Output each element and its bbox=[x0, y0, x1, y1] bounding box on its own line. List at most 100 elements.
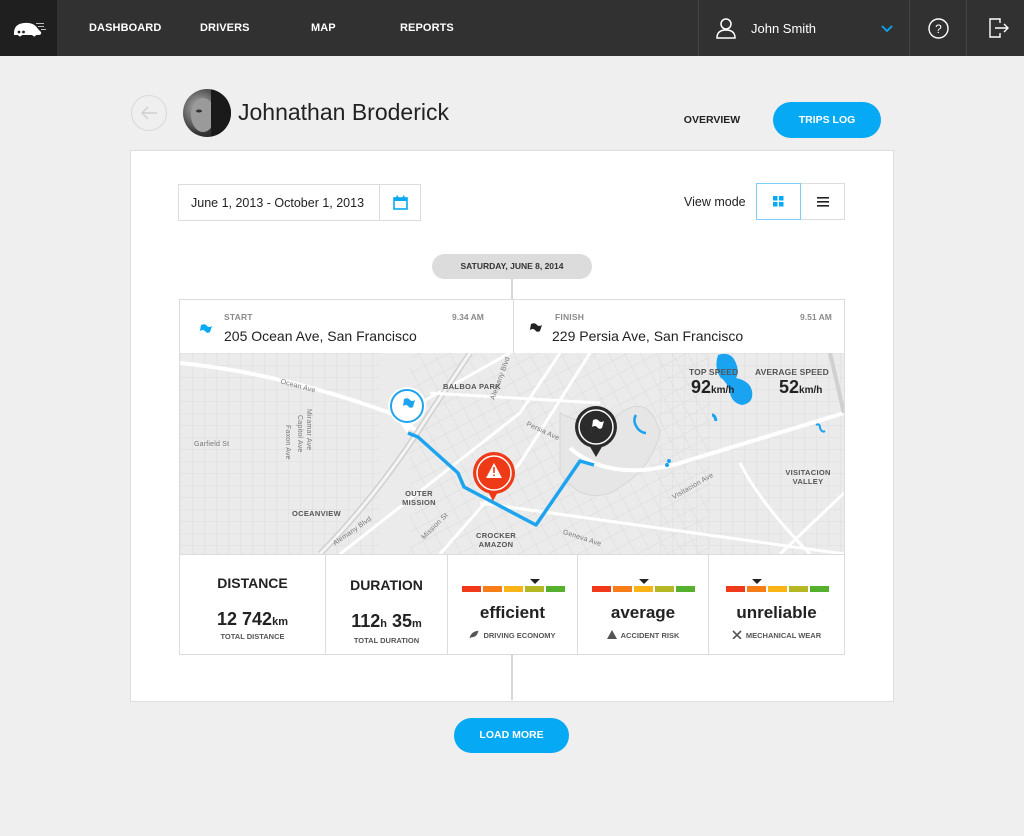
trip-stats: DISTANCE 12 742km TOTAL DISTANCE DURATIO… bbox=[180, 554, 844, 655]
distance-title: DISTANCE bbox=[217, 575, 288, 591]
load-more-button[interactable]: LOAD MORE bbox=[454, 718, 569, 753]
stat-duration: DURATION 112h 35m TOTAL DURATION bbox=[325, 555, 447, 655]
avg-speed-label: AVERAGE SPEED bbox=[755, 367, 829, 377]
trip-card[interactable]: START 9.34 AM 205 Ocean Ave, San Francis… bbox=[179, 299, 845, 655]
gauge-segment bbox=[676, 586, 695, 592]
driver-name: Johnathan Broderick bbox=[238, 99, 449, 125]
trip-map[interactable]: Ocean Ave Garfield St Faxon Ave Capitol … bbox=[180, 353, 844, 554]
hood-oceanview: OCEANVIEW bbox=[292, 509, 341, 518]
duration-title: DURATION bbox=[350, 577, 423, 593]
view-mode-label: View mode bbox=[684, 195, 746, 209]
rating-gauge bbox=[592, 579, 695, 593]
gauge-segment bbox=[655, 586, 674, 592]
trip-date-label: SATURDAY, JUNE 8, 2014 bbox=[432, 254, 592, 279]
gauge-segment bbox=[462, 586, 481, 592]
gauge-segment bbox=[810, 586, 829, 592]
gauge-pointer bbox=[751, 579, 762, 584]
warning-icon bbox=[606, 630, 617, 639]
arrow-left-icon bbox=[141, 106, 157, 120]
top-speed-value: 92km/h bbox=[691, 377, 735, 397]
gauge-segment bbox=[525, 586, 544, 592]
gauge-segment bbox=[592, 586, 611, 592]
gauge-segment bbox=[483, 586, 502, 592]
gauge-pointer bbox=[638, 579, 649, 584]
leaf-icon bbox=[470, 630, 479, 639]
back-button[interactable] bbox=[131, 95, 167, 131]
svg-text:?: ? bbox=[935, 22, 942, 36]
gauge-segment bbox=[768, 586, 787, 592]
rating-word: average bbox=[610, 603, 676, 622]
gauge-segment bbox=[789, 586, 808, 592]
gauge-segment bbox=[726, 586, 745, 592]
view-mode-grid-button[interactable] bbox=[756, 183, 801, 220]
finish-label: FINISH bbox=[555, 312, 585, 322]
rating-sub: ACCIDENT RISK bbox=[578, 630, 708, 640]
hood-balboa-park: BALBOA PARK bbox=[443, 382, 501, 391]
nav-drivers[interactable]: DRIVERS bbox=[200, 0, 250, 56]
rating-word: unreliable bbox=[736, 603, 817, 622]
top-speed-label: TOP SPEED bbox=[689, 367, 739, 377]
finish-flag-icon bbox=[529, 323, 542, 335]
trip-start: START 9.34 AM 205 Ocean Ave, San Francis… bbox=[180, 300, 513, 353]
help-icon: ? bbox=[928, 18, 949, 39]
trip-finish: FINISH 9.51 AM 229 Persia Ave, San Franc… bbox=[513, 300, 846, 353]
date-range-value: June 1, 2013 - October 1, 2013 bbox=[191, 196, 365, 210]
finish-time: 9.51 AM bbox=[800, 312, 832, 322]
driver-avatar bbox=[183, 89, 231, 137]
stat-distance: DISTANCE 12 742km TOTAL DISTANCE bbox=[180, 555, 325, 655]
user-name: John Smith bbox=[751, 21, 817, 36]
view-mode-list-button[interactable] bbox=[800, 183, 845, 220]
help-button[interactable]: ? bbox=[909, 0, 967, 56]
logout-button[interactable] bbox=[966, 0, 1024, 56]
rating-driving-economy: efficient DRIVING ECONOMY bbox=[447, 555, 577, 655]
tab-trips-log[interactable]: TRIPS LOG bbox=[773, 102, 881, 138]
tortoise-logo-icon bbox=[14, 22, 46, 37]
start-address: 205 Ocean Ave, San Francisco bbox=[224, 328, 417, 344]
street-capitol-ave: Capitol Ave bbox=[296, 415, 303, 453]
logo[interactable] bbox=[0, 0, 57, 56]
gauge-pointer bbox=[529, 579, 540, 584]
rating-sub: MECHANICAL WEAR bbox=[709, 630, 844, 640]
start-time: 9.34 AM bbox=[452, 312, 484, 322]
gauge-segment bbox=[546, 586, 565, 592]
calendar-icon bbox=[393, 195, 408, 210]
duration-value: 112h 35m bbox=[351, 611, 422, 631]
hood-outer-mission: OUTER MISSION bbox=[402, 489, 436, 507]
calendar-button[interactable] bbox=[379, 185, 420, 220]
duration-sub: TOTAL DURATION bbox=[353, 636, 420, 645]
street-miramar-ave: Miramar Ave bbox=[305, 409, 312, 451]
rating-mechanical-wear: unreliable MECHANICAL WEAR bbox=[708, 555, 844, 655]
nav-reports[interactable]: REPORTS bbox=[400, 0, 454, 56]
rating-sub: DRIVING ECONOMY bbox=[448, 630, 577, 640]
tools-icon bbox=[732, 630, 742, 640]
start-flag-icon bbox=[199, 324, 212, 336]
rating-word: efficient bbox=[479, 603, 546, 622]
hood-visitacion-valley: VISITACION VALLEY bbox=[785, 468, 831, 486]
grid-icon bbox=[773, 196, 784, 207]
finish-address: 229 Persia Ave, San Francisco bbox=[552, 328, 744, 344]
rating-gauge bbox=[726, 579, 829, 593]
chevron-down-icon[interactable] bbox=[881, 25, 893, 33]
top-navigation-bar: DASHBOARD DRIVERS MAP REPORTS John Smith… bbox=[0, 0, 1024, 56]
gauge-segment bbox=[634, 586, 653, 592]
start-label: START bbox=[224, 312, 253, 322]
date-range-picker[interactable]: June 1, 2013 - October 1, 2013 bbox=[178, 184, 421, 221]
gauge-segment bbox=[613, 586, 632, 592]
street-faxon-ave: Faxon Ave bbox=[284, 425, 291, 460]
user-icon bbox=[716, 18, 736, 39]
user-menu[interactable]: John Smith bbox=[698, 0, 910, 56]
rating-accident-risk: average ACCIDENT RISK bbox=[577, 555, 708, 655]
tab-overview[interactable]: OVERVIEW bbox=[671, 102, 753, 138]
street-garfield-st: Garfield St bbox=[194, 441, 230, 448]
list-icon bbox=[817, 197, 829, 207]
distance-sub: TOTAL DISTANCE bbox=[220, 632, 285, 641]
nav-dashboard[interactable]: DASHBOARD bbox=[89, 0, 161, 56]
rating-gauge bbox=[462, 579, 565, 593]
gauge-segment bbox=[747, 586, 766, 592]
hood-crocker-amazon: CROCKER AMAZON bbox=[476, 531, 517, 549]
gauge-segment bbox=[504, 586, 523, 592]
distance-value: 12 742km bbox=[217, 609, 288, 629]
logout-icon bbox=[989, 18, 1009, 38]
nav-map[interactable]: MAP bbox=[311, 0, 336, 56]
avg-speed-value: 52km/h bbox=[779, 377, 823, 397]
